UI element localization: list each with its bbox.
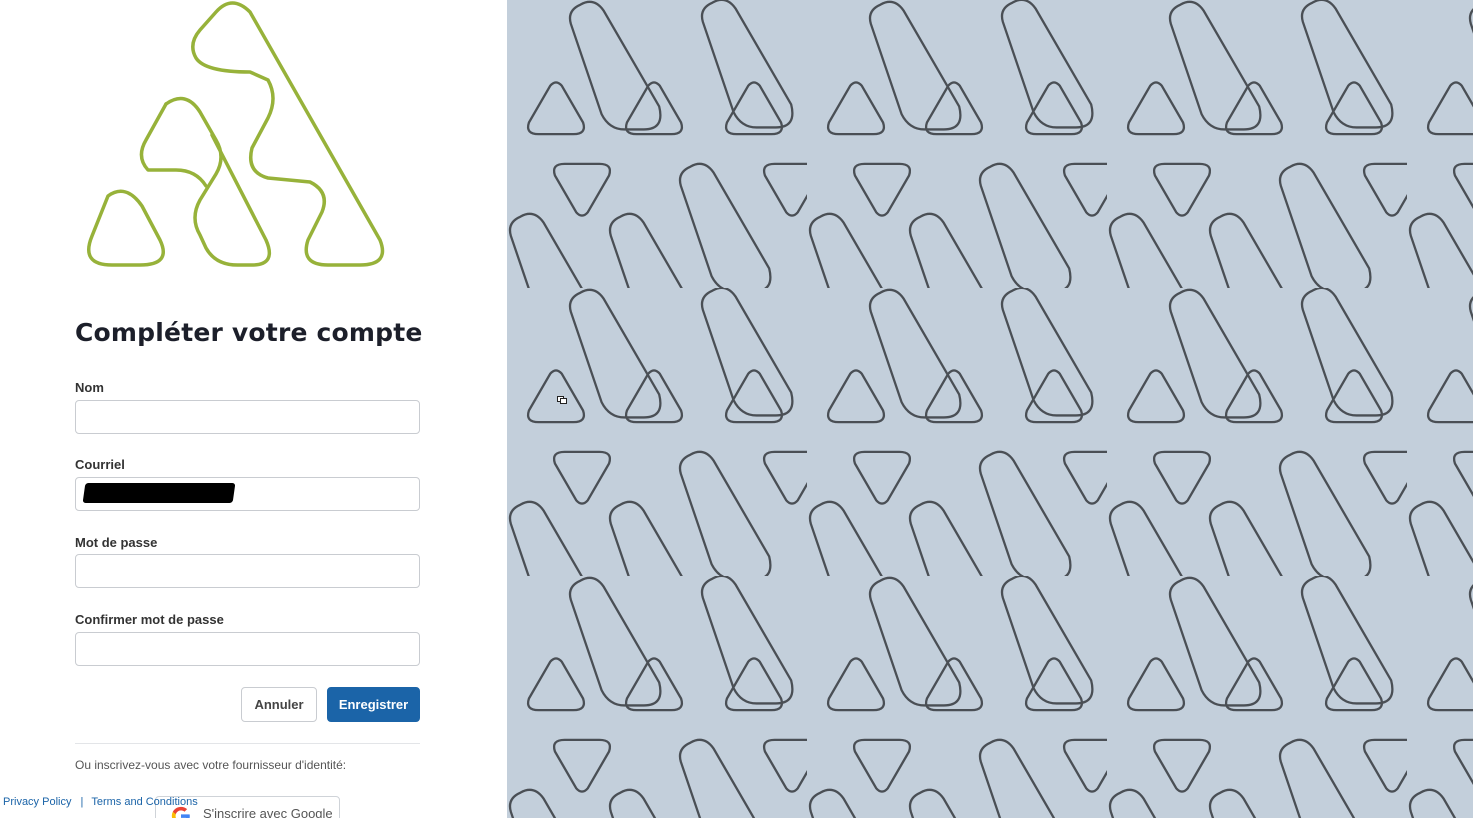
password-label: Mot de passe — [75, 535, 158, 550]
terms-link[interactable]: Terms and Conditions — [91, 796, 197, 808]
page-title: Compléter votre compte — [75, 318, 423, 347]
triangle-pattern — [507, 0, 1473, 818]
password-field[interactable] — [75, 554, 420, 588]
name-label: Nom — [75, 380, 104, 395]
signup-panel: Compléter votre compte Nom Courriel Mot … — [0, 0, 507, 818]
identity-provider-hint: Ou inscrivez-vous avec votre fournisseur… — [75, 758, 347, 772]
footer-separator: | — [80, 796, 84, 808]
logo-middle-left — [139, 102, 208, 188]
decorative-pattern-panel — [507, 0, 1473, 818]
cancel-button[interactable]: Annuler — [241, 687, 317, 722]
google-signup-label: S'inscrire avec Google — [203, 806, 333, 818]
logo-icon — [87, 1, 385, 267]
privacy-policy-link[interactable]: Privacy Policy — [3, 796, 71, 808]
save-button[interactable]: Enregistrer — [327, 687, 420, 722]
divider — [75, 743, 420, 744]
name-field[interactable] — [75, 400, 420, 434]
confirm-password-field[interactable] — [75, 632, 420, 666]
logo-middle-triangle — [164, 96, 271, 267]
footer-links: Privacy Policy | Terms and Conditions — [3, 796, 198, 808]
logo-small-triangle — [87, 189, 165, 267]
confirm-password-label: Confirmer mot de passe — [75, 612, 224, 627]
email-label: Courriel — [75, 457, 125, 472]
redacted-email — [82, 483, 236, 503]
cursor-icon — [557, 396, 567, 404]
logo-large-triangle — [191, 1, 385, 267]
